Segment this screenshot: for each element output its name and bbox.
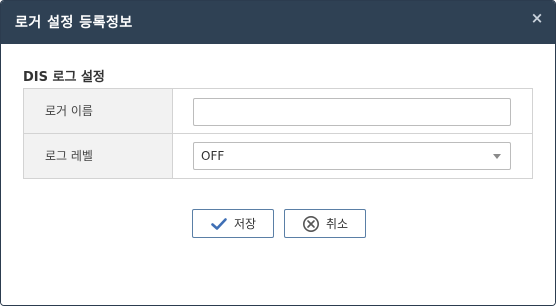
dialog-title: 로거 설정 등록정보 xyxy=(15,15,133,31)
chevron-down-icon xyxy=(493,154,501,159)
cancel-button[interactable]: 취소 xyxy=(284,209,366,238)
dialog-body: DIS 로그 설정 로거 이름 로그 레벨 OFF 저장 취소 xyxy=(1,44,555,281)
save-button[interactable]: 저장 xyxy=(192,209,274,238)
check-icon xyxy=(210,215,228,233)
log-level-label: 로그 레벨 xyxy=(23,134,173,178)
log-level-cell: OFF xyxy=(173,134,533,178)
form-row-log-level: 로그 레벨 OFF xyxy=(23,134,533,179)
save-button-label: 저장 xyxy=(233,217,257,231)
log-level-selected-value: OFF xyxy=(201,149,225,163)
dialog-titlebar: 로거 설정 등록정보 × xyxy=(1,1,555,44)
cancel-button-label: 취소 xyxy=(325,217,349,231)
close-icon[interactable]: × xyxy=(529,10,545,26)
form-row-logger-name: 로거 이름 xyxy=(23,89,533,134)
logger-name-label: 로거 이름 xyxy=(23,89,173,133)
settings-form: 로거 이름 로그 레벨 OFF xyxy=(23,88,533,179)
dialog-footer xyxy=(1,281,555,305)
log-level-select[interactable]: OFF xyxy=(193,142,511,170)
logger-name-input[interactable] xyxy=(193,98,511,126)
logger-settings-dialog: 로거 설정 등록정보 × DIS 로그 설정 로거 이름 로그 레벨 OFF 저… xyxy=(0,0,556,306)
section-title: DIS 로그 설정 xyxy=(23,70,105,85)
logger-name-cell xyxy=(173,89,533,133)
circle-x-icon xyxy=(302,215,320,233)
